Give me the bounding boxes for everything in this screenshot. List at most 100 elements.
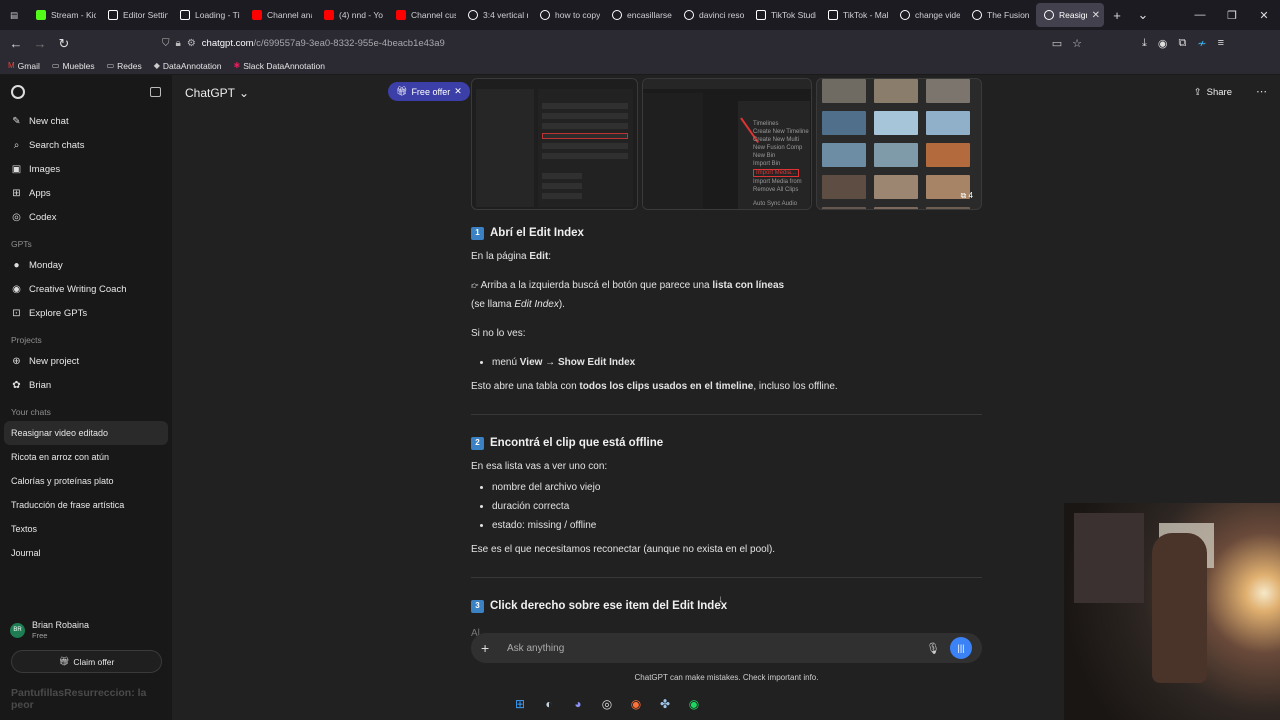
chat-history-item[interactable]: Journal [0,541,172,565]
lock-icon[interactable]: 🔒︎ [176,38,181,49]
project-item-brian[interactable]: ✿ Brian [0,373,172,397]
gift-icon: 🎁︎ [396,86,408,96]
voice-mode-icon[interactable]: ||| [950,637,972,659]
chatgpt-logo-icon[interactable] [11,85,25,99]
share-button[interactable]: ⇪ Share [1194,87,1232,98]
url-bar[interactable]: ⛉ 🔒︎ ⚙︎ chatgpt.com/c/699557a9-3ea0-8332… [162,33,1082,55]
tab-overflow-menu-button[interactable]: ⌄ [1130,0,1156,30]
reader-view-icon[interactable]: ▭ [1052,37,1062,50]
tab-7[interactable]: how to copy [532,3,604,27]
back-icon[interactable]: ← [4,36,28,51]
bookmark-slack[interactable]: ✱ Slack DataAnnotation [233,61,324,71]
user-menu[interactable]: BR Brian Robaina Free [0,615,172,645]
prompt-input[interactable]: Ask anything [507,643,926,654]
project-item-new-project[interactable]: ⊕ New project [0,349,172,373]
scroll-down-icon[interactable]: ↓ [718,594,723,605]
claim-offer-button[interactable]: 🎁︎ Claim offer [11,650,162,673]
bookmark-star-icon[interactable]: ☆ [1072,37,1082,50]
bookmark-muebles[interactable]: ▭ Muebles [52,61,95,71]
tab-list-button[interactable]: ▤ [0,0,28,30]
tab-6[interactable]: 3:4 vertical r [460,3,532,27]
microphone-icon[interactable]: 🎙︎ [926,642,940,655]
discord-icon[interactable]: ◕ [570,696,586,712]
davinci-resolve-icon[interactable]: ✤ [657,696,673,712]
share-icon: ⇪ [1193,87,1202,98]
bookmark-redes[interactable]: ▭ Redes [107,61,142,71]
image-preview-3[interactable]: ⧉ 4 [816,78,982,210]
section-heading-1: 1 Abrí el Edit Index [471,226,982,240]
firefox-icon[interactable]: ◉ [628,696,644,712]
tab-12[interactable]: change video [892,3,964,27]
bookmark-dataannotation[interactable]: ◆ DataAnnotation [154,61,222,71]
maximize-icon[interactable]: ❐ [1216,9,1248,22]
explore-gpts-icon: ⊡ [12,307,21,319]
more-images-badge[interactable]: ⧉ 4 [961,191,973,201]
chat-history-item[interactable]: Textos [0,517,172,541]
chat-history-item[interactable]: Calorías y proteínas plato [0,469,172,493]
url-text[interactable]: chatgpt.com/c/699557a9-3ea0-8332-955e-4b… [202,38,445,49]
windows-start-icon[interactable]: ⊞ [512,696,528,712]
extension-logo-icon[interactable]: ≁ [1197,37,1206,50]
tab-title: (4) nnd - Yo [339,10,383,20]
chat-history-item[interactable]: Ricota en arroz con atún [0,445,172,469]
bookmark-gmail[interactable]: M Gmail [8,61,40,71]
tab-2[interactable]: Loading - TikTok [172,3,244,27]
reload-icon[interactable]: ↻ [52,36,76,52]
attached-images: Timelines Create New Timeline Create New… [471,78,982,210]
close-icon[interactable]: ✕ [454,86,462,97]
youtube-icon [324,10,334,20]
forward-icon[interactable]: → [28,36,52,51]
permissions-icon[interactable]: ⚙︎ [187,38,196,49]
free-offer-button[interactable]: 🎁︎ Free offer ✕ [388,82,470,101]
tab-11[interactable]: TikTok - Make [820,3,892,27]
tracking-shield-icon[interactable]: ⛉ [162,38,170,49]
account-icon[interactable]: ◉ [1158,37,1168,50]
sidebar-item-apps[interactable]: ⊞ Apps [0,181,172,205]
sidebar-item-label: Codex [29,211,57,223]
tab-4[interactable]: (4) nnd - Yo [316,3,388,27]
sidebar-item-new-chat[interactable]: ✎ New chat [0,109,172,133]
downloads-icon[interactable]: ⤓ [1142,37,1147,50]
tab-10[interactable]: TikTok Studio [748,3,820,27]
model-selector[interactable]: ChatGPT ⌄ [185,86,249,100]
tab-title: Loading - TikTok [195,10,240,20]
gpt-item-explore-gpts[interactable]: ⊡ Explore GPTs [0,301,172,325]
window-controls: — ❐ ✕ [1184,9,1280,22]
more-options-icon[interactable]: ⋯ [1256,85,1267,98]
new-tab-button[interactable]: + [1104,0,1130,30]
close-sidebar-icon[interactable] [150,87,161,97]
tab-title: encasillarse [627,10,672,20]
gpt-item-monday[interactable]: ● Monday [0,253,172,277]
picture-in-picture-video[interactable] [1064,503,1280,720]
tab-14[interactable]: Reasignar ✕ [1036,3,1104,27]
image-preview-2[interactable]: Timelines Create New Timeline Create New… [642,78,812,210]
spotify-icon[interactable]: ◉ [686,696,702,712]
tab-5[interactable]: Channel cus [388,3,460,27]
user-plan: Free [32,631,48,640]
minimize-icon[interactable]: — [1184,9,1216,22]
sidebar-item-images[interactable]: ▣ Images [0,157,172,181]
user-name: Brian Robaina [32,620,90,630]
extensions-icon[interactable]: ⧉ [1178,37,1186,50]
folder-icon: ▭ [51,61,60,70]
tab-1[interactable]: Editor Settin [100,3,172,27]
image-preview-1[interactable] [471,78,638,210]
tab-0[interactable]: Stream - Kic [28,3,100,27]
gpt-item-creative-writing-coach[interactable]: ◉ Creative Writing Coach [0,277,172,301]
menu-icon[interactable]: ≡ [1218,37,1224,50]
chat-history-item[interactable]: Traducción de frase artística [0,493,172,517]
tab-3[interactable]: Channel ana [244,3,316,27]
tab-13[interactable]: The Fusion C [964,3,1036,27]
chat-history-item[interactable]: Reasignar video editado [4,421,168,445]
close-window-icon[interactable]: ✕ [1248,9,1280,22]
tab-9[interactable]: davinci resol [676,3,748,27]
close-tab-icon[interactable]: ✕ [1092,10,1100,21]
obs-icon[interactable]: ◎ [599,696,615,712]
claim-offer-label: Claim offer [73,656,115,667]
tab-8[interactable]: encasillarse [604,3,676,27]
add-attachment-icon[interactable]: + [481,640,497,656]
steam-icon[interactable]: ◐ [541,696,557,712]
tab-title: Reasignar [1059,10,1087,20]
sidebar-item-codex[interactable]: ◎ Codex [0,205,172,229]
sidebar-item-search-chats[interactable]: ⌕ Search chats [0,133,172,157]
